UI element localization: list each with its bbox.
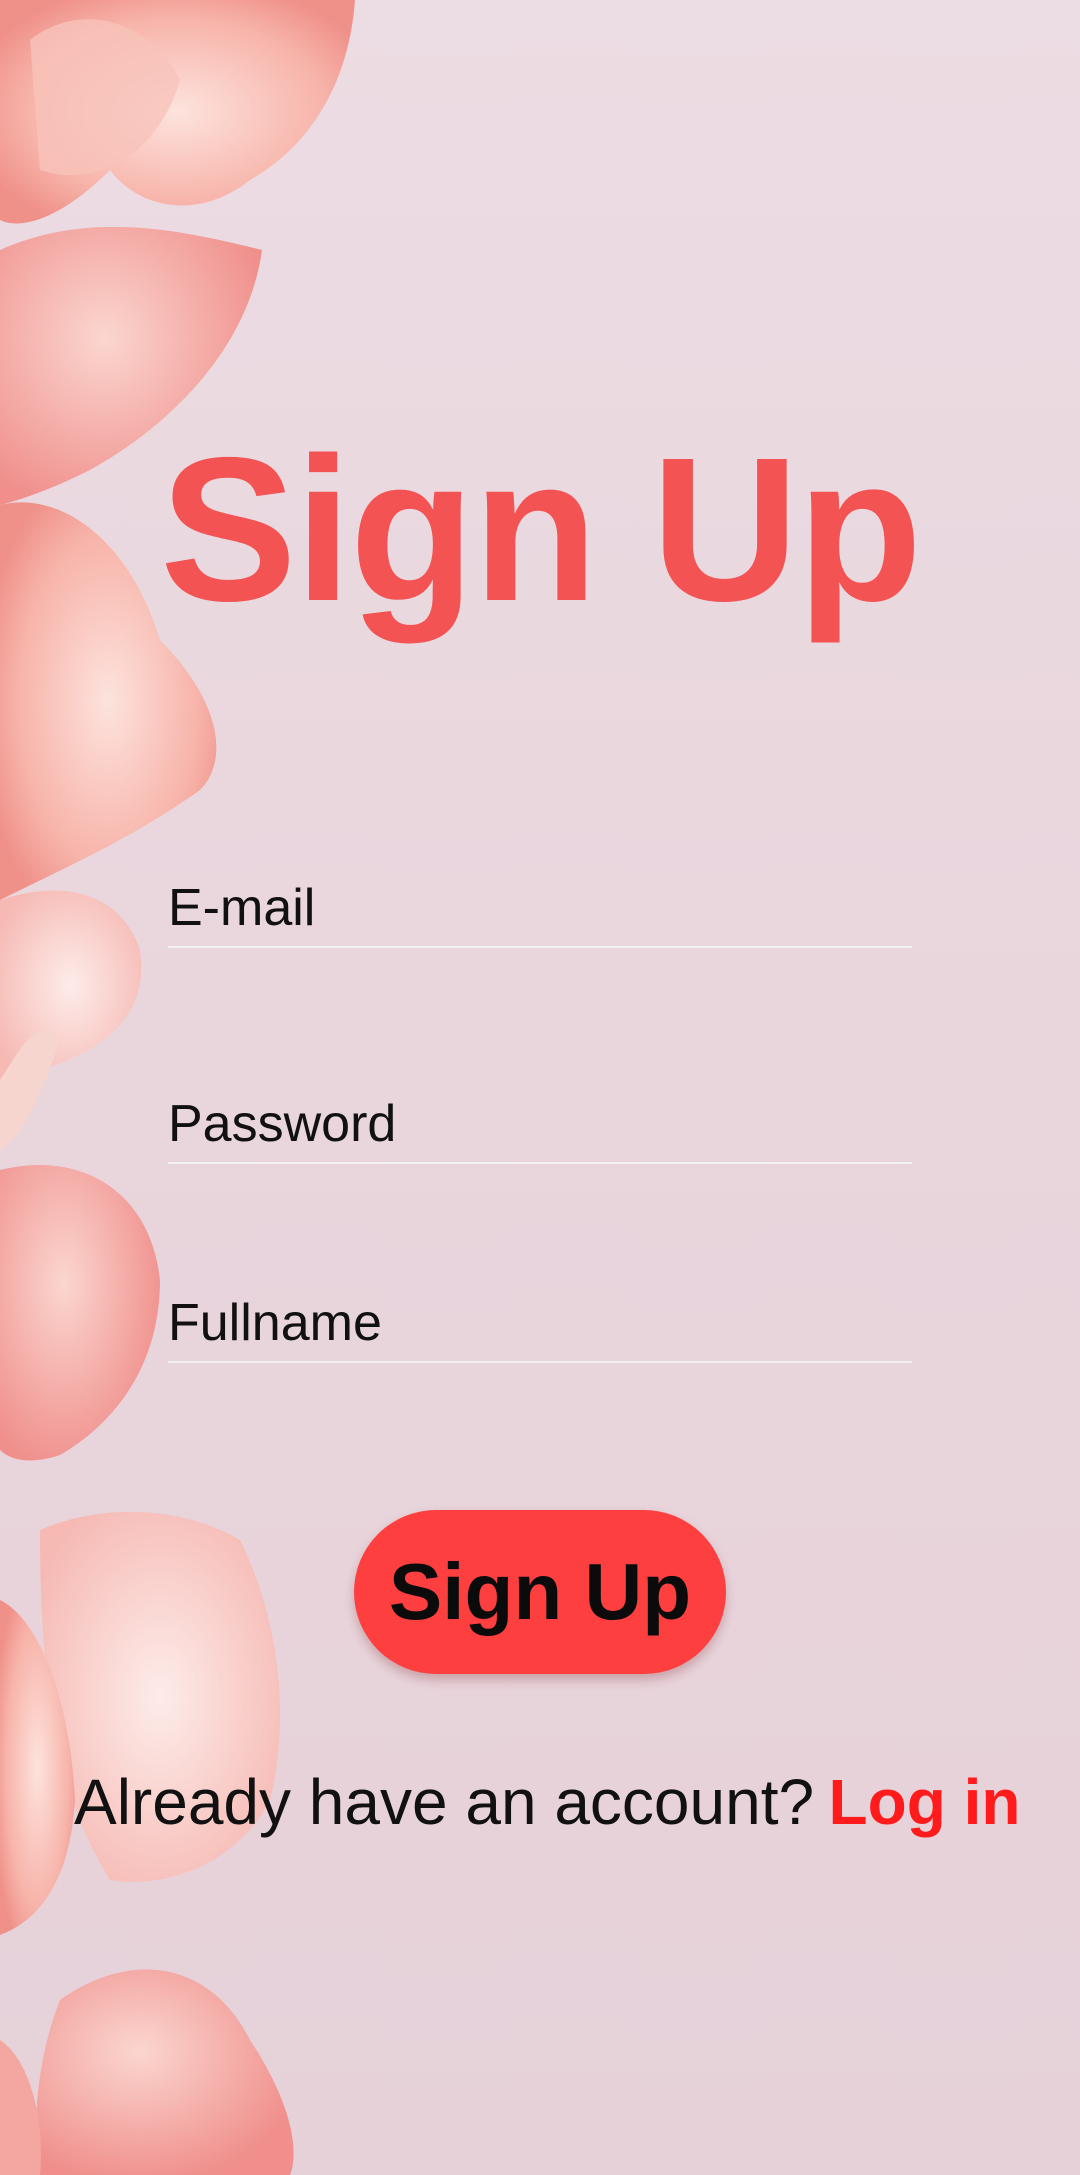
password-field-container [168, 1080, 912, 1164]
login-prompt: Already have an account? Log in [74, 1765, 1074, 1849]
page-title: Sign Up [160, 415, 922, 644]
email-input[interactable] [168, 878, 912, 938]
email-field-container [168, 864, 912, 948]
login-prompt-text: Already have an account? [74, 1766, 815, 1838]
password-input[interactable] [168, 1094, 912, 1154]
fullname-field-container [168, 1279, 912, 1363]
sign-up-button[interactable]: Sign Up [354, 1510, 726, 1674]
fullname-input[interactable] [168, 1293, 912, 1353]
log-in-link[interactable]: Log in [829, 1766, 1021, 1838]
